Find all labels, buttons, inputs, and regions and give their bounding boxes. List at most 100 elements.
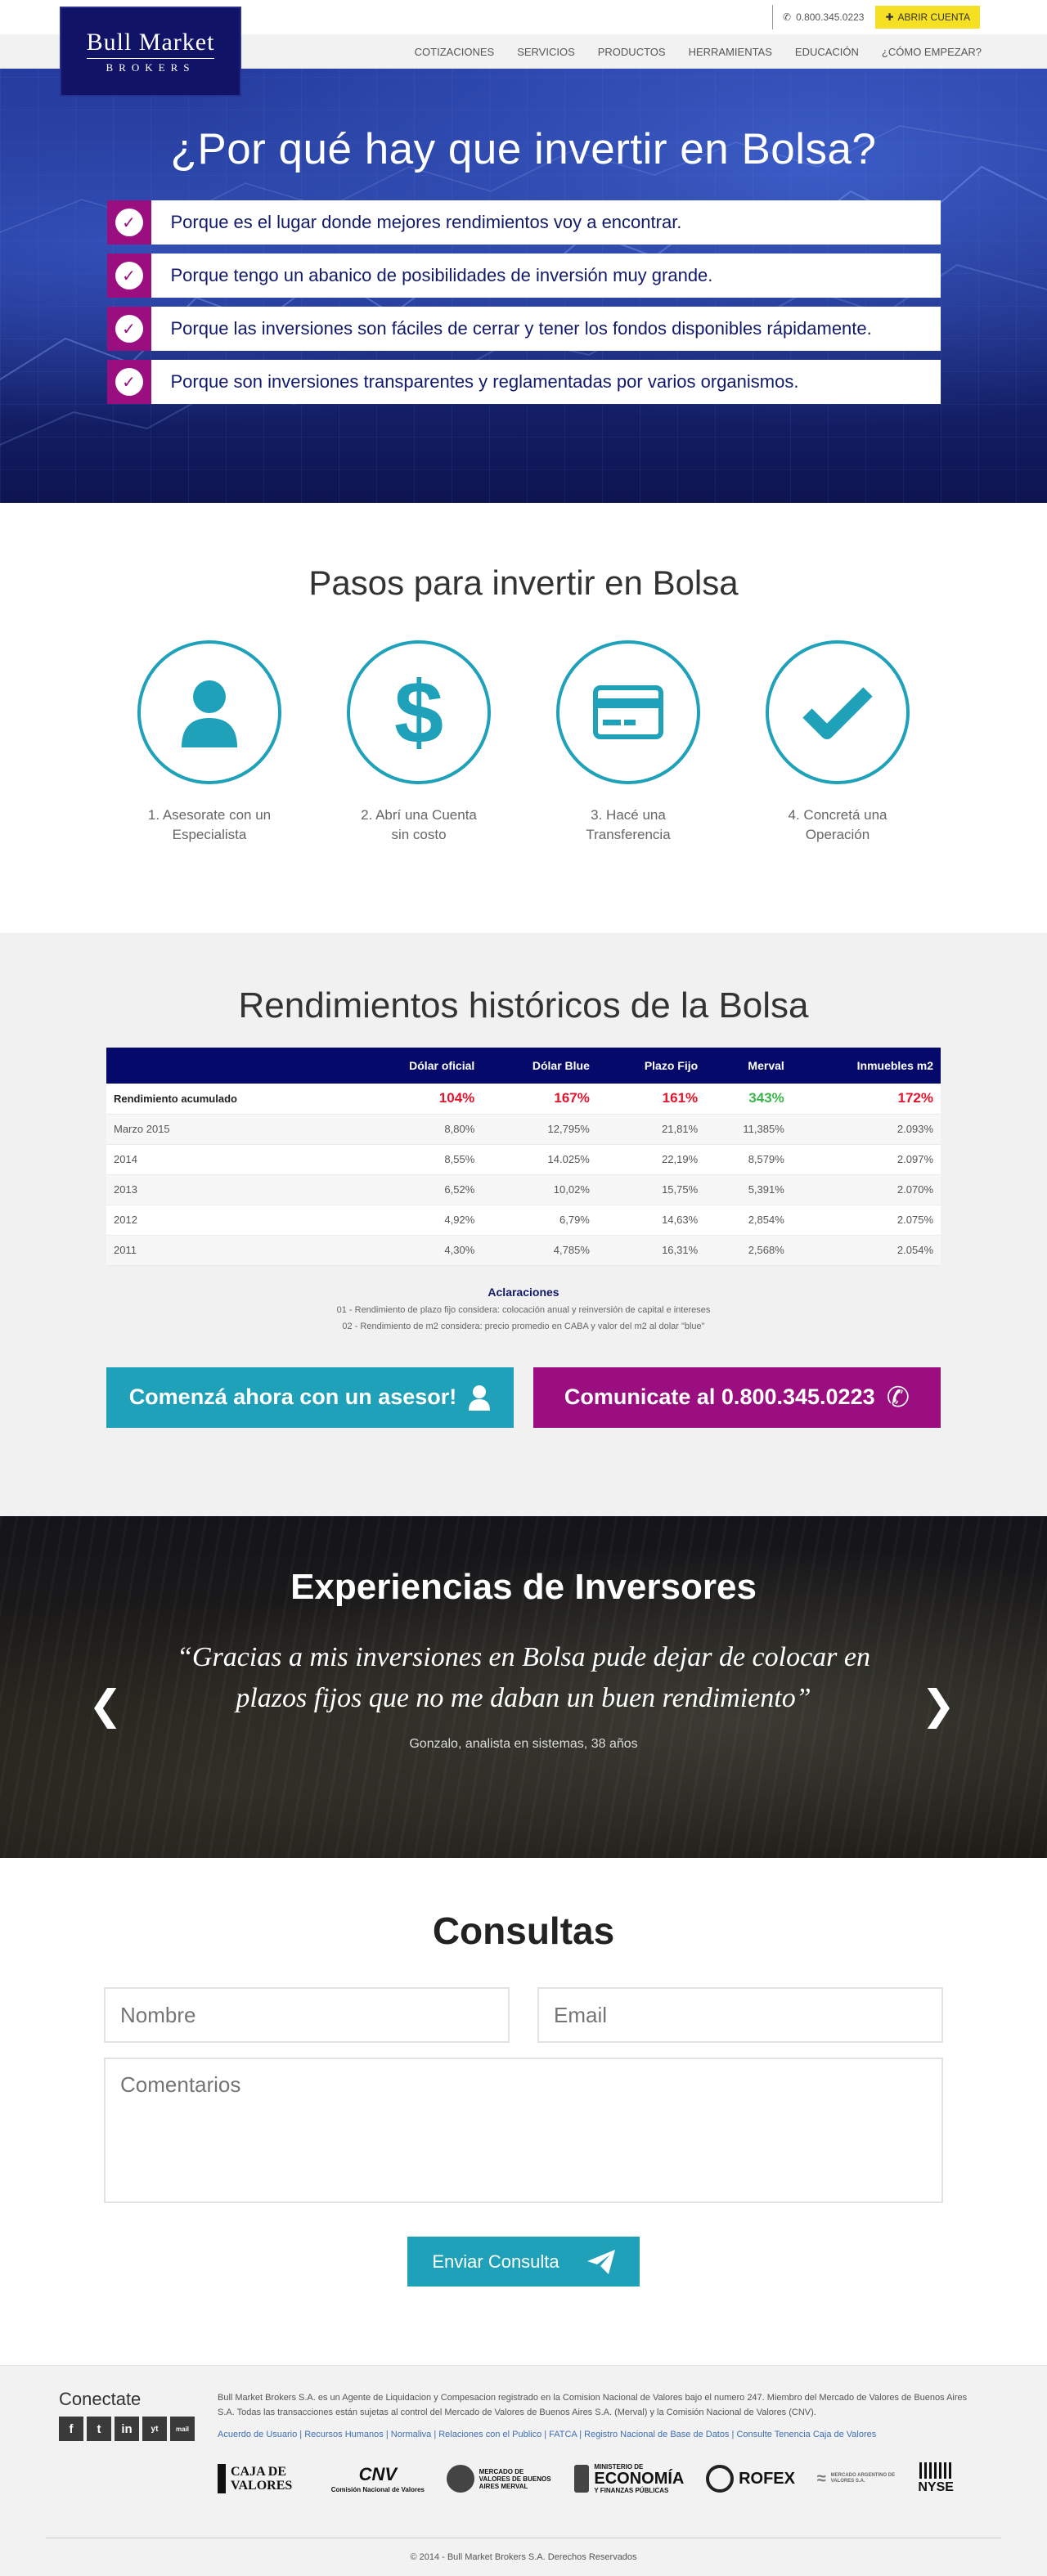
connect-title: Conectate <box>59 2389 142 2409</box>
table-cell: 6,79% <box>482 1205 597 1236</box>
table-cell: 8,55% <box>352 1144 483 1175</box>
merval-logo-text: MERCADO DE VALORES DE BUENOS AIRES MERVA… <box>479 2467 551 2490</box>
submit-button[interactable]: Enviar Consulta <box>407 2237 640 2287</box>
table-cell: 16,31% <box>596 1235 706 1266</box>
check-badge: ✓ <box>106 307 151 351</box>
chevron-left-icon[interactable]: ❮ <box>88 1681 123 1729</box>
youtube-icon[interactable]: yt <box>142 2417 167 2441</box>
step-item: 4. Concretá una Operación <box>766 640 910 845</box>
nyse-logo-mark <box>919 2462 953 2479</box>
table-cell: 343% <box>705 1084 792 1115</box>
twitter-icon[interactable]: t <box>87 2417 111 2441</box>
call-cta-button[interactable]: Comunicate al 0.800.345.0223 ✆ <box>533 1367 941 1428</box>
logo[interactable]: Bull Market BROKERS <box>60 7 241 96</box>
table-cell: 4,92% <box>352 1205 483 1236</box>
table-cell: 14.025% <box>482 1144 597 1175</box>
advisor-cta-button[interactable]: Comenzá ahora con un asesor! <box>106 1367 514 1428</box>
table-row: Marzo 2015 8,80% 12,795% 21,81% 11,385% … <box>106 1114 941 1145</box>
nyse-logo: NYSE <box>918 2462 954 2495</box>
reason-item: ✓ Porque las inversiones son fáciles de … <box>106 307 941 351</box>
caja-de-valores-logo: CAJA DE VALORES <box>218 2464 309 2493</box>
submit-label: Enviar Consulta <box>432 2251 559 2272</box>
reason-text: Porque tengo un abanico de posibilidades… <box>170 265 713 285</box>
table-row: 2011 4,30% 4,785% 16,31% 2,568% 2.054% <box>106 1235 941 1266</box>
caja-logo-mark <box>218 2464 226 2493</box>
merval-logo: MERCADO DE VALORES DE BUENOS AIRES MERVA… <box>446 2465 553 2493</box>
reason-text: Porque las inversiones son fáciles de ce… <box>170 318 872 339</box>
step-label: 3. Hacé una Transferencia <box>586 807 671 842</box>
nav-item-quotes[interactable]: COTIZACIONES <box>415 46 495 58</box>
form-row <box>104 1987 943 2043</box>
nav-item-how-to-start[interactable]: ¿CÓMO EMPEZAR? <box>882 46 982 58</box>
table-cell: 2,854% <box>705 1205 792 1236</box>
economia-logo-texts: MINISTERIO DE ECONOMÍA Y FINANZAS PÚBLIC… <box>594 2463 684 2494</box>
nav-item-tools[interactable]: HERRAMIENTAS <box>689 46 772 58</box>
table-notes: Aclaraciones 01 - Rendimiento de plazo f… <box>0 1286 1047 1331</box>
returns-table: Dólar oficial Dólar Blue Plazo Fijo Merv… <box>106 1048 941 1266</box>
cnv-logo-sub: Comisión Nacional de Valores <box>330 2486 425 2493</box>
step-circle <box>556 640 700 784</box>
testimonials-title: Experiencias de Inversores <box>290 1567 757 1607</box>
checkmark-icon: ✓ <box>115 315 143 343</box>
table-cell: 4,785% <box>482 1235 597 1266</box>
email-field[interactable] <box>537 1987 943 2043</box>
step-circle: $ <box>347 640 491 784</box>
notes-title: Aclaraciones <box>488 1285 559 1299</box>
table-row-accumulated: Rendimiento acumulado 104% 167% 161% 343… <box>106 1084 941 1115</box>
table-cell: 4,30% <box>352 1235 483 1266</box>
table-cell: 2.054% <box>791 1235 941 1266</box>
step-circle <box>137 640 281 784</box>
step-item: 3. Hacé una Transferencia <box>556 640 700 845</box>
testimonial-author: Gonzalo, analista en sistemas, 38 años <box>409 1737 638 1751</box>
column-header: Plazo Fijo <box>644 1059 699 1072</box>
facebook-icon[interactable]: f <box>59 2417 83 2441</box>
linkedin-icon[interactable]: in <box>115 2417 139 2441</box>
chevron-right-icon[interactable]: ❯ <box>921 1681 955 1729</box>
steps-row: 1. Asesorate con un Especialista $ 2. Ab… <box>0 640 1047 845</box>
reason-item: ✓ Porque tengo un abanico de posibilidad… <box>106 254 941 298</box>
legal-text: Bull Market Brokers S.A. es un Agente de… <box>218 2393 968 2417</box>
check-badge: ✓ <box>106 200 151 245</box>
header-phone-number: 0.800.345.0223 <box>796 11 865 23</box>
table-cell: 2.070% <box>791 1174 941 1205</box>
top-contact: ✆ 0.800.345.0223 ✚ ABRIR CUENTA <box>772 5 980 29</box>
comments-field[interactable] <box>104 2058 943 2203</box>
reason-text: Porque es el lugar donde mejores rendimi… <box>170 212 682 232</box>
nav-item-education[interactable]: EDUCACIÓN <box>795 46 859 58</box>
check-badge: ✓ <box>106 360 151 404</box>
checkmark-icon: ✓ <box>115 262 143 289</box>
name-field[interactable] <box>104 1987 510 2043</box>
table-cell: 2.097% <box>791 1144 941 1175</box>
row-label: 2012 <box>106 1205 353 1236</box>
merval-logo-mark <box>446 2465 474 2493</box>
open-account-label: ABRIR CUENTA <box>897 11 970 23</box>
table-cell: 14,63% <box>596 1205 706 1236</box>
header-phone[interactable]: ✆ 0.800.345.0223 <box>772 5 875 29</box>
user-icon <box>182 680 237 747</box>
connect-block: Conectate f t in yt mail <box>59 2389 195 2441</box>
step-item: 1. Asesorate con un Especialista <box>137 640 281 845</box>
note-line: 01 - Rendimiento de plazo fijo considera… <box>336 1304 711 1315</box>
table-cell: 10,02% <box>482 1174 597 1205</box>
table-cell: 172% <box>791 1084 941 1115</box>
mail-icon[interactable]: mail <box>170 2417 195 2441</box>
logo-subtitle: BROKERS <box>106 61 195 74</box>
economia-logo-sub: Y FINANZAS PÚBLICAS <box>594 2487 669 2494</box>
table-cell: 21,81% <box>596 1114 706 1145</box>
table-header-row: Dólar oficial Dólar Blue Plazo Fijo Merv… <box>106 1048 941 1084</box>
logo-brand: Bull Market <box>86 29 215 59</box>
steps-section: Pasos para invertir en Bolsa 1. Asesorat… <box>0 503 1047 933</box>
table-cell: 22,19% <box>596 1144 706 1175</box>
dollar-icon: $ <box>394 667 443 757</box>
nav-item-products[interactable]: PRODUCTOS <box>598 46 666 58</box>
open-account-button[interactable]: ✚ ABRIR CUENTA <box>875 6 980 29</box>
nav-item-services[interactable]: SERVICIOS <box>517 46 575 58</box>
footer-links[interactable]: Acuerdo de Usuario | Recursos Humanos | … <box>218 2430 876 2439</box>
column-header: Inmuebles m2 <box>856 1059 933 1072</box>
top-bar: Bull Market BROKERS ✆ 0.800.345.0223 ✚ A… <box>0 0 1047 96</box>
steps-title: Pasos para invertir en Bolsa <box>308 563 739 602</box>
table-cell: 12,795% <box>482 1114 597 1145</box>
cnv-logo: CNV Comisión Nacional de Valores <box>331 2464 425 2493</box>
user-icon <box>469 1384 491 1411</box>
table-cell: 2.093% <box>791 1114 941 1145</box>
